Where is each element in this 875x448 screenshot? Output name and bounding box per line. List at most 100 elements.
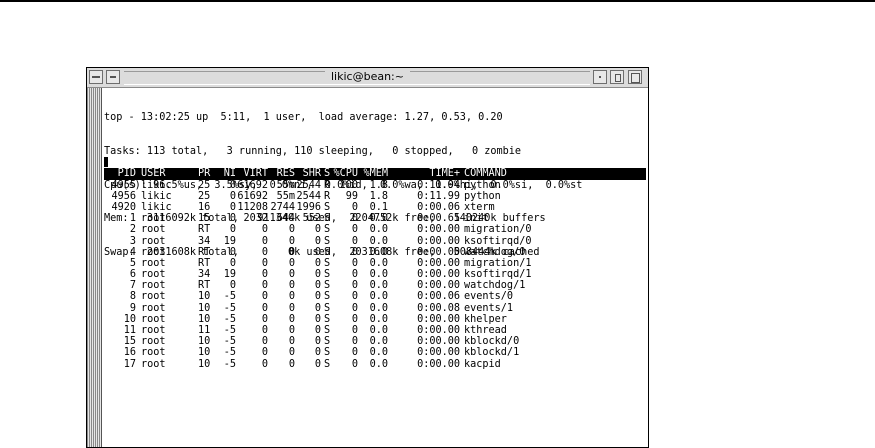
cell-cpu: 0 — [351, 257, 358, 269]
cell-mem: 0.0 — [369, 336, 388, 348]
cell-virt: 0 — [261, 347, 268, 359]
cell-pr: 34 — [198, 235, 211, 247]
cell-time: 0:11.99 — [417, 190, 460, 202]
cell-command: init — [464, 213, 489, 225]
cell-command: khelper — [464, 313, 507, 325]
cell-cpu: 0 — [351, 325, 358, 337]
cell-pr: 10 — [198, 291, 211, 303]
cell-state: S — [324, 325, 331, 337]
cell-cpu: 99 — [345, 190, 358, 202]
cell-pid: 17 — [123, 358, 136, 370]
cell-user: root — [141, 347, 166, 359]
cell-user: root — [141, 325, 166, 337]
terminal-scrollbar[interactable] — [87, 88, 102, 447]
cell-pr: 11 — [198, 325, 211, 337]
cell-user: root — [141, 302, 166, 314]
cell-command: migration/0 — [464, 224, 532, 236]
cell-ni: -5 — [223, 313, 236, 325]
cell-res: 0 — [288, 358, 295, 370]
cell-ni: 19 — [223, 235, 236, 247]
cell-time: 0:00.00 — [417, 313, 460, 325]
cell-command: events/0 — [464, 291, 514, 303]
cell-state: S — [324, 257, 331, 269]
window-titlebar[interactable]: likic@bean:~ — [87, 68, 648, 88]
cell-state: S — [324, 347, 331, 359]
cell-pr: 10 — [198, 336, 211, 348]
cell-mem: 1.8 — [369, 190, 388, 202]
cell-ni: 0 — [229, 224, 236, 236]
cell-time: 0:00.00 — [417, 358, 460, 370]
cell-time: 0:00.00 — [417, 257, 460, 269]
cell-time: 0:00.00 — [417, 280, 460, 292]
cell-ni: -5 — [223, 291, 236, 303]
cell-command: python — [464, 179, 501, 191]
cell-mem: 0.0 — [369, 280, 388, 292]
cell-res: 0 — [288, 347, 295, 359]
cell-command: kacpid — [464, 358, 501, 370]
cell-ni: -5 — [223, 358, 236, 370]
cell-time: 0:11.94 — [417, 179, 460, 191]
cell-time: 0:00.06 — [417, 201, 460, 213]
header-command: COMMAND — [464, 168, 507, 180]
header-cpu: %CPU — [333, 168, 358, 180]
table-row: 7 root RT 0 0 0 0 S 0 0.0 0:00.00 watchdog/1 — [104, 280, 646, 291]
cell-cpu: 0 — [351, 291, 358, 303]
cell-cpu: 0 — [351, 213, 358, 225]
cell-command: kthread — [464, 325, 507, 337]
header-pid: PID — [117, 168, 136, 180]
dot-icon — [599, 76, 601, 78]
cell-virt: 11208 — [237, 201, 268, 213]
header-res: RES — [276, 168, 295, 180]
cell-mem: 0.0 — [369, 213, 388, 225]
cell-pr: RT — [198, 257, 211, 269]
cell-pid: 16 — [123, 347, 136, 359]
cell-ni: 0 — [229, 257, 236, 269]
cell-pr: RT — [198, 224, 211, 236]
cell-res: 0 — [288, 257, 295, 269]
large-square-icon — [631, 73, 640, 83]
cell-virt: 0 — [261, 302, 268, 314]
cell-pr: 10 — [198, 313, 211, 325]
cell-pr: 10 — [198, 358, 211, 370]
cell-mem: 0.0 — [369, 235, 388, 247]
cell-user: root — [141, 358, 166, 370]
table-row: 3 root 34 19 0 0 0 S 0 0.0 0:00.00 ksoftirqd/0 — [104, 236, 646, 247]
close-button[interactable] — [628, 70, 642, 84]
cell-mem: 1.8 — [369, 179, 388, 191]
cell-state: S — [324, 302, 331, 314]
cell-time: 0:00.06 — [417, 291, 460, 303]
cell-pr: 34 — [198, 269, 211, 281]
cell-state: R — [324, 179, 331, 191]
cell-res: 55m — [276, 190, 295, 202]
maximize-button[interactable] — [610, 70, 624, 84]
cell-cpu: 0 — [351, 280, 358, 292]
cell-state: S — [324, 280, 331, 292]
minimize-button[interactable] — [593, 70, 607, 84]
cell-virt: 0 — [261, 336, 268, 348]
cell-virt: 0 — [261, 269, 268, 281]
cell-shr: 552 — [302, 213, 321, 225]
cell-virt: 2032 — [243, 213, 268, 225]
cell-virt: 0 — [261, 235, 268, 247]
table-row: 2 root RT 0 0 0 0 S 0 0.0 0:00.00 migration/0 — [104, 224, 646, 235]
cell-pr: 10 — [198, 347, 211, 359]
cell-cpu: 0 — [351, 347, 358, 359]
cell-pid: 4955 — [111, 179, 136, 191]
cell-pid: 3 — [129, 235, 136, 247]
cell-mem: 0.0 — [369, 224, 388, 236]
page-top-rule — [0, 0, 875, 2]
table-row: 4956 likic 25 0 61692 55m 2544 R 99 1.8 0:11.99 pyt… — [104, 191, 646, 202]
table-row: 4920 likic 16 0 11208 2744 1996 S 0 0.1 0:00.06 xte… — [104, 202, 646, 213]
terminal-output[interactable]: top - 13:02:25 up 5:11, 1 user, load ave… — [104, 90, 646, 447]
table-row: 5 root RT 0 0 0 0 S 0 0.0 0:00.00 migration/1 — [104, 258, 646, 269]
cell-user: root — [141, 269, 166, 281]
cell-res: 0 — [288, 325, 295, 337]
cell-command: migration/1 — [464, 257, 532, 269]
cell-virt: 0 — [261, 280, 268, 292]
cell-ni: 0 — [229, 213, 236, 225]
tasks-line: Tasks: 113 total, 3 running, 110 sleepin… — [104, 146, 522, 157]
cell-user: root — [141, 291, 166, 303]
cell-ni: 0 — [229, 280, 236, 292]
cell-pr: 10 — [198, 302, 211, 314]
cell-mem: 0.0 — [369, 302, 388, 314]
